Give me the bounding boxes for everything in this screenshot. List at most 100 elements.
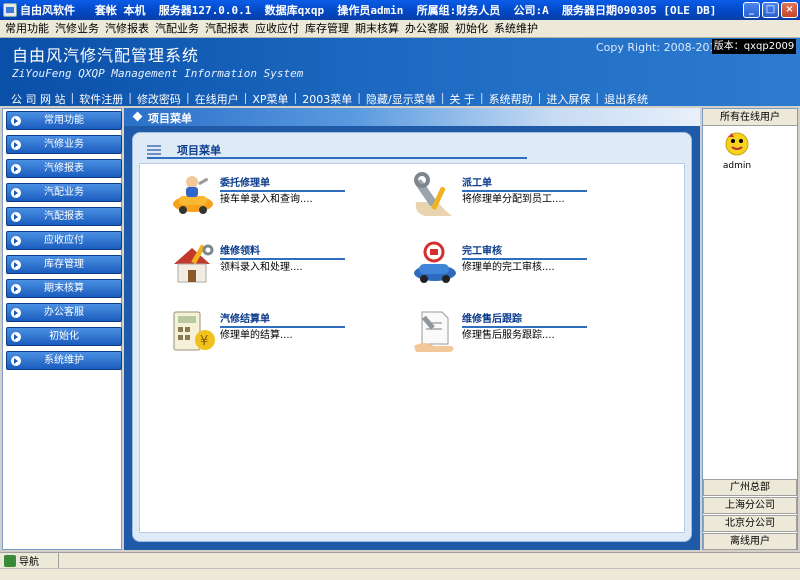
menu-item[interactable]: 应收应付 [252,20,302,38]
sidebar-item-period-closing[interactable]: 期末核算 [6,279,122,298]
nav-link-help[interactable]: 系统帮助 [486,91,536,107]
sidebar-item-parts-reports[interactable]: 汽配报表 [6,207,122,226]
nav-link-toggle-menu[interactable]: 隐藏/显示菜单 [363,91,439,107]
nav-separator: | [357,91,361,104]
branch-guangzhou[interactable]: 广州总部 [703,479,797,496]
nav-link-screensaver[interactable]: 进入屏保 [543,91,593,107]
panel-header: 项目菜单 [147,141,527,159]
feature-repair-order[interactable]: 委托修理单 接车单录入和查询.... [170,172,410,232]
arrow-circle-icon [11,212,21,222]
panel-title: 项目菜单 [177,144,221,157]
nav-link-company-site[interactable]: 公 司 网 站 [8,91,69,107]
sidebar-item-label: 汽配业务 [44,187,84,198]
user-avatar-icon [725,132,749,156]
feature-desc: 领料录入和处理.... [220,262,303,273]
svg-text:¥: ¥ [200,334,208,349]
bottom-strip [0,568,800,580]
feature-after-sales-tracking[interactable]: 维修售后跟踪 修理售后服务跟踪.... [412,308,652,368]
arrow-circle-icon [11,236,21,246]
tab-project-menu[interactable]: 项目菜单 [148,110,192,126]
arrow-circle-icon [11,116,21,126]
branch-shanghai[interactable]: 上海分公司 [703,497,797,514]
feature-repair-settlement[interactable]: ¥ 汽修结算单 修理单的结算.... [170,308,410,368]
arrow-circle-icon [11,188,21,198]
nav-separator: | [185,91,190,104]
arrow-circle-icon [11,308,21,318]
nav-separator: | [243,91,248,104]
sidebar-item-label: 初始化 [49,331,79,342]
sidebar-item-label: 库存管理 [44,259,84,270]
sidebar-item-parts-business[interactable]: 汽配业务 [6,183,122,202]
status-bar: 导航 [0,552,800,568]
maximize-button[interactable]: □ [762,2,779,18]
online-users-header: 所有在线用户 [703,109,797,126]
status-nav-label[interactable]: 导航 [19,553,59,568]
menu-item[interactable]: 汽配业务 [152,20,202,38]
sidebar-item-receivables[interactable]: 应收应付 [6,231,122,250]
sidebar-item-initialize[interactable]: 初始化 [6,327,122,346]
arrow-circle-icon [11,260,21,270]
branch-beijing[interactable]: 北京分公司 [703,515,797,532]
top-nav: 公 司 网 站 | 软件注册 | 修改密码 | 在线用户 | XP菜单 | 2003菜单 |… [8,91,651,107]
sidebar-item-inventory[interactable]: 库存管理 [6,255,122,274]
online-users-panel: 所有在线用户 admin 广州总部 上海分公司 北京分公司 离线用户 [702,108,798,550]
branch-offline-users[interactable]: 离线用户 [703,533,797,550]
sidebar-item-label: 办公客服 [44,307,84,318]
sidebar-item-label: 期末核算 [44,283,84,294]
main-area: 项目菜单 项目菜单 委托修理单 接车单录入和查询.... 派工单 将修理单分配到… [124,108,700,550]
feature-grid: 委托修理单 接车单录入和查询.... 派工单 将修理单分配到员工.... 维修领… [139,163,685,533]
header-banner: 自由风汽修汽配管理系统 ZiYouFeng QXQP Management In… [0,38,800,106]
car-repair-icon [173,176,213,214]
list-lines-icon [147,145,161,155]
close-button[interactable]: × [781,2,798,18]
feature-desc: 修理单的结算.... [220,330,293,341]
feature-desc: 接车单录入和查询.... [220,194,313,205]
arrow-circle-icon [11,356,21,366]
nav-separator: | [128,91,132,104]
sidebar-item-label: 汽修报表 [44,163,84,174]
menu-item[interactable]: 汽修报表 [102,20,152,38]
feature-completion-audit[interactable]: 完工审核 修理单的完工审核.... [412,240,652,300]
nav-link-about[interactable]: 关 于 [446,91,478,107]
sidebar-item-repair-reports[interactable]: 汽修报表 [6,159,122,178]
diamond-icon [132,111,143,122]
menu-item[interactable]: 库存管理 [302,20,352,38]
menu-item[interactable]: 系统维护 [491,20,541,38]
menu-item[interactable]: 汽修业务 [52,20,102,38]
feature-repair-materials[interactable]: 维修领料 领料录入和处理.... [170,240,410,300]
nav-separator: | [595,91,600,104]
sidebar-item-label: 汽修业务 [44,139,84,150]
nav-link-exit[interactable]: 退出系统 [601,91,651,107]
menu-panel: 项目菜单 委托修理单 接车单录入和查询.... 派工单 将修理单分配到员工...… [132,132,692,542]
minimize-button[interactable]: _ [743,2,760,18]
sidebar-item-common[interactable]: 常用功能 [6,111,122,130]
arrow-circle-icon [11,284,21,294]
menu-item[interactable]: 期末核算 [352,20,402,38]
nav-link-online-users[interactable]: 在线用户 [192,91,242,107]
sidebar-item-label: 应收应付 [44,235,84,246]
window-title: 自由风软件 套帐 本机 服务器127.0.0.1 数据库qxqp 操作员admi… [20,4,717,17]
menu-item[interactable]: 初始化 [452,20,491,38]
sidebar: 常用功能 汽修业务 汽修报表 汽配业务 汽配报表 应收应付 库存管理 期末核算 … [2,108,122,550]
nav-separator: | [537,91,542,104]
nav-link-xp-menu[interactable]: XP菜单 [249,91,291,107]
online-user[interactable]: admin [717,131,757,171]
house-tools-icon [174,244,214,283]
menu-item[interactable]: 汽配报表 [202,20,252,38]
nav-link-register[interactable]: 软件注册 [76,91,126,107]
nav-separator: | [479,91,484,104]
nav-link-change-password[interactable]: 修改密码 [134,91,184,107]
sidebar-item-system-maintenance[interactable]: 系统维护 [6,351,122,370]
menu-item[interactable]: 常用功能 [2,20,52,38]
menu-item[interactable]: 办公客服 [402,20,452,38]
navigation-icon [4,554,16,567]
system-subtitle: ZiYouFeng QXQP Management Information Sy… [12,67,304,80]
sidebar-item-repair-business[interactable]: 汽修业务 [6,135,122,154]
wrench-icon [414,172,452,216]
sidebar-item-office-service[interactable]: 办公客服 [6,303,122,322]
inspection-car-icon [414,241,456,283]
feature-dispatch-order[interactable]: 派工单 将修理单分配到员工.... [412,172,652,232]
nav-link-2003-menu[interactable]: 2003菜单 [299,91,355,107]
sidebar-item-label: 汽配报表 [44,211,84,222]
user-name: admin [722,161,752,171]
